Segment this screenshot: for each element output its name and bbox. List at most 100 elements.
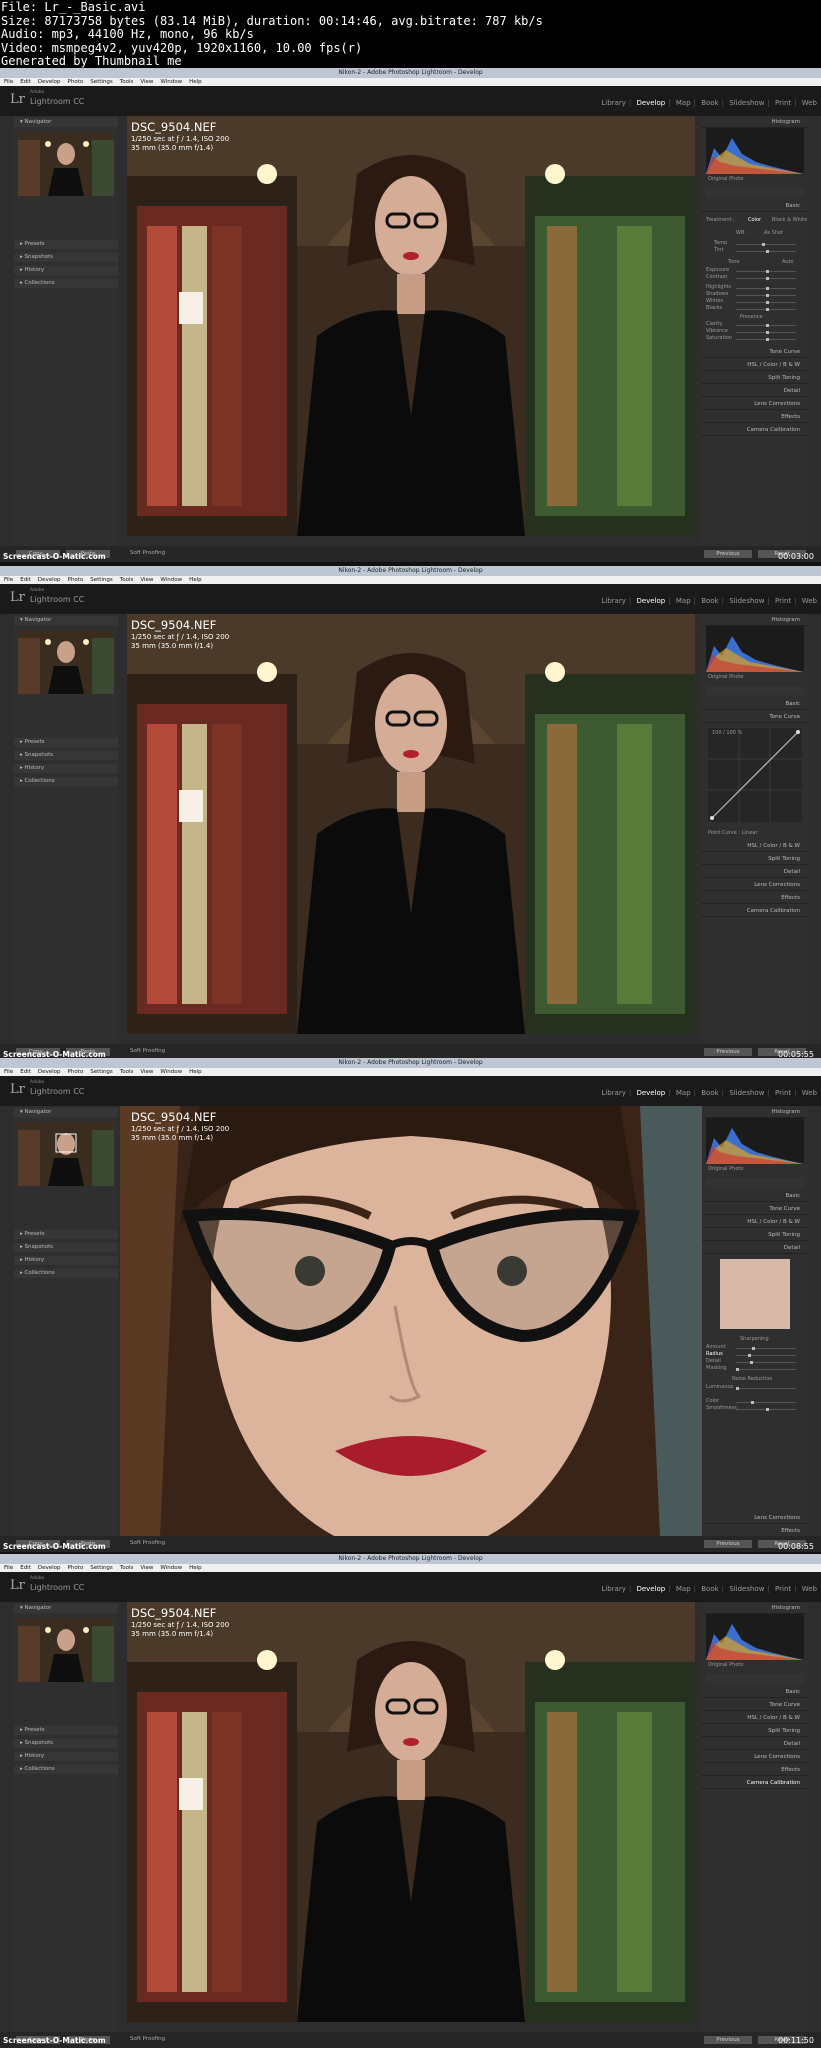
module-map[interactable]: Map <box>676 1585 691 1593</box>
history-header[interactable]: ▸ History <box>14 266 118 275</box>
menu-photo[interactable]: Photo <box>68 1565 84 1571</box>
menu-tools[interactable]: Tools <box>120 577 134 583</box>
history-header[interactable]: ▸ History <box>14 1256 118 1265</box>
menu-edit[interactable]: Edit <box>20 577 31 583</box>
effects-header[interactable]: Effects <box>702 411 808 423</box>
wb-value[interactable]: As Shot <box>764 230 783 236</box>
module-map[interactable]: Map <box>676 597 691 605</box>
collections-header[interactable]: ▸ Collections <box>14 777 118 786</box>
split-toning-header[interactable]: Split Toning <box>702 853 808 865</box>
saturation-slider[interactable] <box>736 338 796 341</box>
menu-help[interactable]: Help <box>189 1565 202 1571</box>
original-photo-label[interactable]: Original Photo <box>708 1166 743 1172</box>
menu-develop[interactable]: Develop <box>38 79 61 85</box>
highlights-slider[interactable] <box>736 287 796 290</box>
module-slideshow[interactable]: Slideshow <box>729 99 764 107</box>
menu-window[interactable]: Window <box>160 1565 182 1571</box>
module-slideshow[interactable]: Slideshow <box>729 1585 764 1593</box>
module-web[interactable]: Web <box>802 1089 817 1097</box>
snapshots-header[interactable]: ▸ Snapshots <box>14 253 118 262</box>
menu-window[interactable]: Window <box>160 1069 182 1075</box>
basic-header[interactable]: Basic <box>702 200 808 212</box>
navigator-header[interactable]: ▾ Navigator <box>14 1604 118 1613</box>
menu-edit[interactable]: Edit <box>20 79 31 85</box>
luminance-slider[interactable] <box>736 1387 796 1390</box>
tone-curve-graph[interactable] <box>708 728 802 822</box>
menu-photo[interactable]: Photo <box>68 1069 84 1075</box>
module-develop[interactable]: Develop <box>636 99 665 107</box>
detail-slider[interactable] <box>736 1361 796 1364</box>
histogram-header[interactable]: Histogram <box>702 116 808 128</box>
basic-header[interactable]: Basic <box>702 1190 808 1202</box>
module-web[interactable]: Web <box>802 597 817 605</box>
module-book[interactable]: Book <box>701 99 718 107</box>
menu-develop[interactable]: Develop <box>38 1565 61 1571</box>
menu-view[interactable]: View <box>140 577 153 583</box>
histogram-header[interactable]: Histogram <box>702 1602 808 1614</box>
masking-slider[interactable] <box>736 1368 796 1371</box>
smoothness-slider[interactable] <box>736 1408 796 1411</box>
history-header[interactable]: ▸ History <box>14 764 118 773</box>
lens-corrections-header[interactable]: Lens Corrections <box>702 398 808 410</box>
menu-help[interactable]: Help <box>189 1069 202 1075</box>
module-print[interactable]: Print <box>775 1089 791 1097</box>
split-toning-header[interactable]: Split Toning <box>702 1229 808 1241</box>
navigator-header[interactable]: ▾ Navigator <box>14 1108 118 1117</box>
tool-strip[interactable] <box>706 686 804 695</box>
presets-header[interactable]: ▸ Presets <box>14 240 118 249</box>
original-photo-label[interactable]: Original Photo <box>708 674 743 680</box>
menu-tools[interactable]: Tools <box>120 79 134 85</box>
photo-canvas[interactable] <box>127 1602 695 2022</box>
module-develop[interactable]: Develop <box>636 1585 665 1593</box>
tint-slider[interactable] <box>736 250 796 253</box>
tone-auto[interactable]: Auto <box>782 259 794 265</box>
original-photo-label[interactable]: Original Photo <box>708 176 743 182</box>
snapshots-header[interactable]: ▸ Snapshots <box>14 751 118 760</box>
detail-header[interactable]: Detail <box>702 1738 808 1750</box>
presets-header[interactable]: ▸ Presets <box>14 738 118 747</box>
vibrance-slider[interactable] <box>736 331 796 334</box>
detail-header[interactable]: Detail <box>702 866 808 878</box>
soft-proofing-toggle[interactable]: Soft Proofing <box>130 1540 165 1546</box>
menu-window[interactable]: Window <box>160 79 182 85</box>
module-print[interactable]: Print <box>775 99 791 107</box>
menu-file[interactable]: File <box>4 577 13 583</box>
module-map[interactable]: Map <box>676 1089 691 1097</box>
module-slideshow[interactable]: Slideshow <box>729 597 764 605</box>
detail-preview[interactable] <box>720 1259 790 1329</box>
camera-calibration-header[interactable]: Camera Calibration <box>702 905 808 917</box>
tone-curve-header[interactable]: Tone Curve <box>702 346 808 358</box>
basic-header[interactable]: Basic <box>702 698 808 710</box>
soft-proofing-toggle[interactable]: Soft Proofing <box>130 1048 165 1054</box>
tone-curve-header[interactable]: Tone Curve <box>702 1699 808 1711</box>
blacks-slider[interactable] <box>736 308 796 311</box>
effects-header[interactable]: Effects <box>702 892 808 904</box>
menu-tools[interactable]: Tools <box>120 1565 134 1571</box>
module-web[interactable]: Web <box>802 1585 817 1593</box>
menu-develop[interactable]: Develop <box>38 1069 61 1075</box>
previous-button[interactable]: Previous <box>704 550 752 558</box>
history-header[interactable]: ▸ History <box>14 1752 118 1761</box>
soft-proofing-toggle[interactable]: Soft Proofing <box>130 2036 165 2042</box>
detail-header[interactable]: Detail <box>702 385 808 397</box>
menu-photo[interactable]: Photo <box>68 577 84 583</box>
tone-curve-header[interactable]: Tone Curve <box>702 1203 808 1215</box>
hsl-header[interactable]: HSL / Color / B & W <box>702 840 808 852</box>
module-web[interactable]: Web <box>802 99 817 107</box>
effects-header[interactable]: Effects <box>702 1764 808 1776</box>
module-develop[interactable]: Develop <box>636 1089 665 1097</box>
menu-window[interactable]: Window <box>160 577 182 583</box>
navigator-thumbnail[interactable] <box>18 630 114 694</box>
menu-view[interactable]: View <box>140 1565 153 1571</box>
module-print[interactable]: Print <box>775 597 791 605</box>
module-print[interactable]: Print <box>775 1585 791 1593</box>
lens-corrections-header[interactable]: Lens Corrections <box>702 1512 808 1524</box>
navigator-header[interactable]: ▾ Navigator <box>14 118 118 127</box>
hsl-header[interactable]: HSL / Color / B & W <box>702 1712 808 1724</box>
hsl-header[interactable]: HSL / Color / B & W <box>702 1216 808 1228</box>
collections-header[interactable]: ▸ Collections <box>14 279 118 288</box>
clarity-slider[interactable] <box>736 324 796 327</box>
tone-curve-header[interactable]: Tone Curve <box>702 711 808 723</box>
navigator-thumbnail[interactable] <box>18 1618 114 1682</box>
original-photo-label[interactable]: Original Photo <box>708 1662 743 1668</box>
